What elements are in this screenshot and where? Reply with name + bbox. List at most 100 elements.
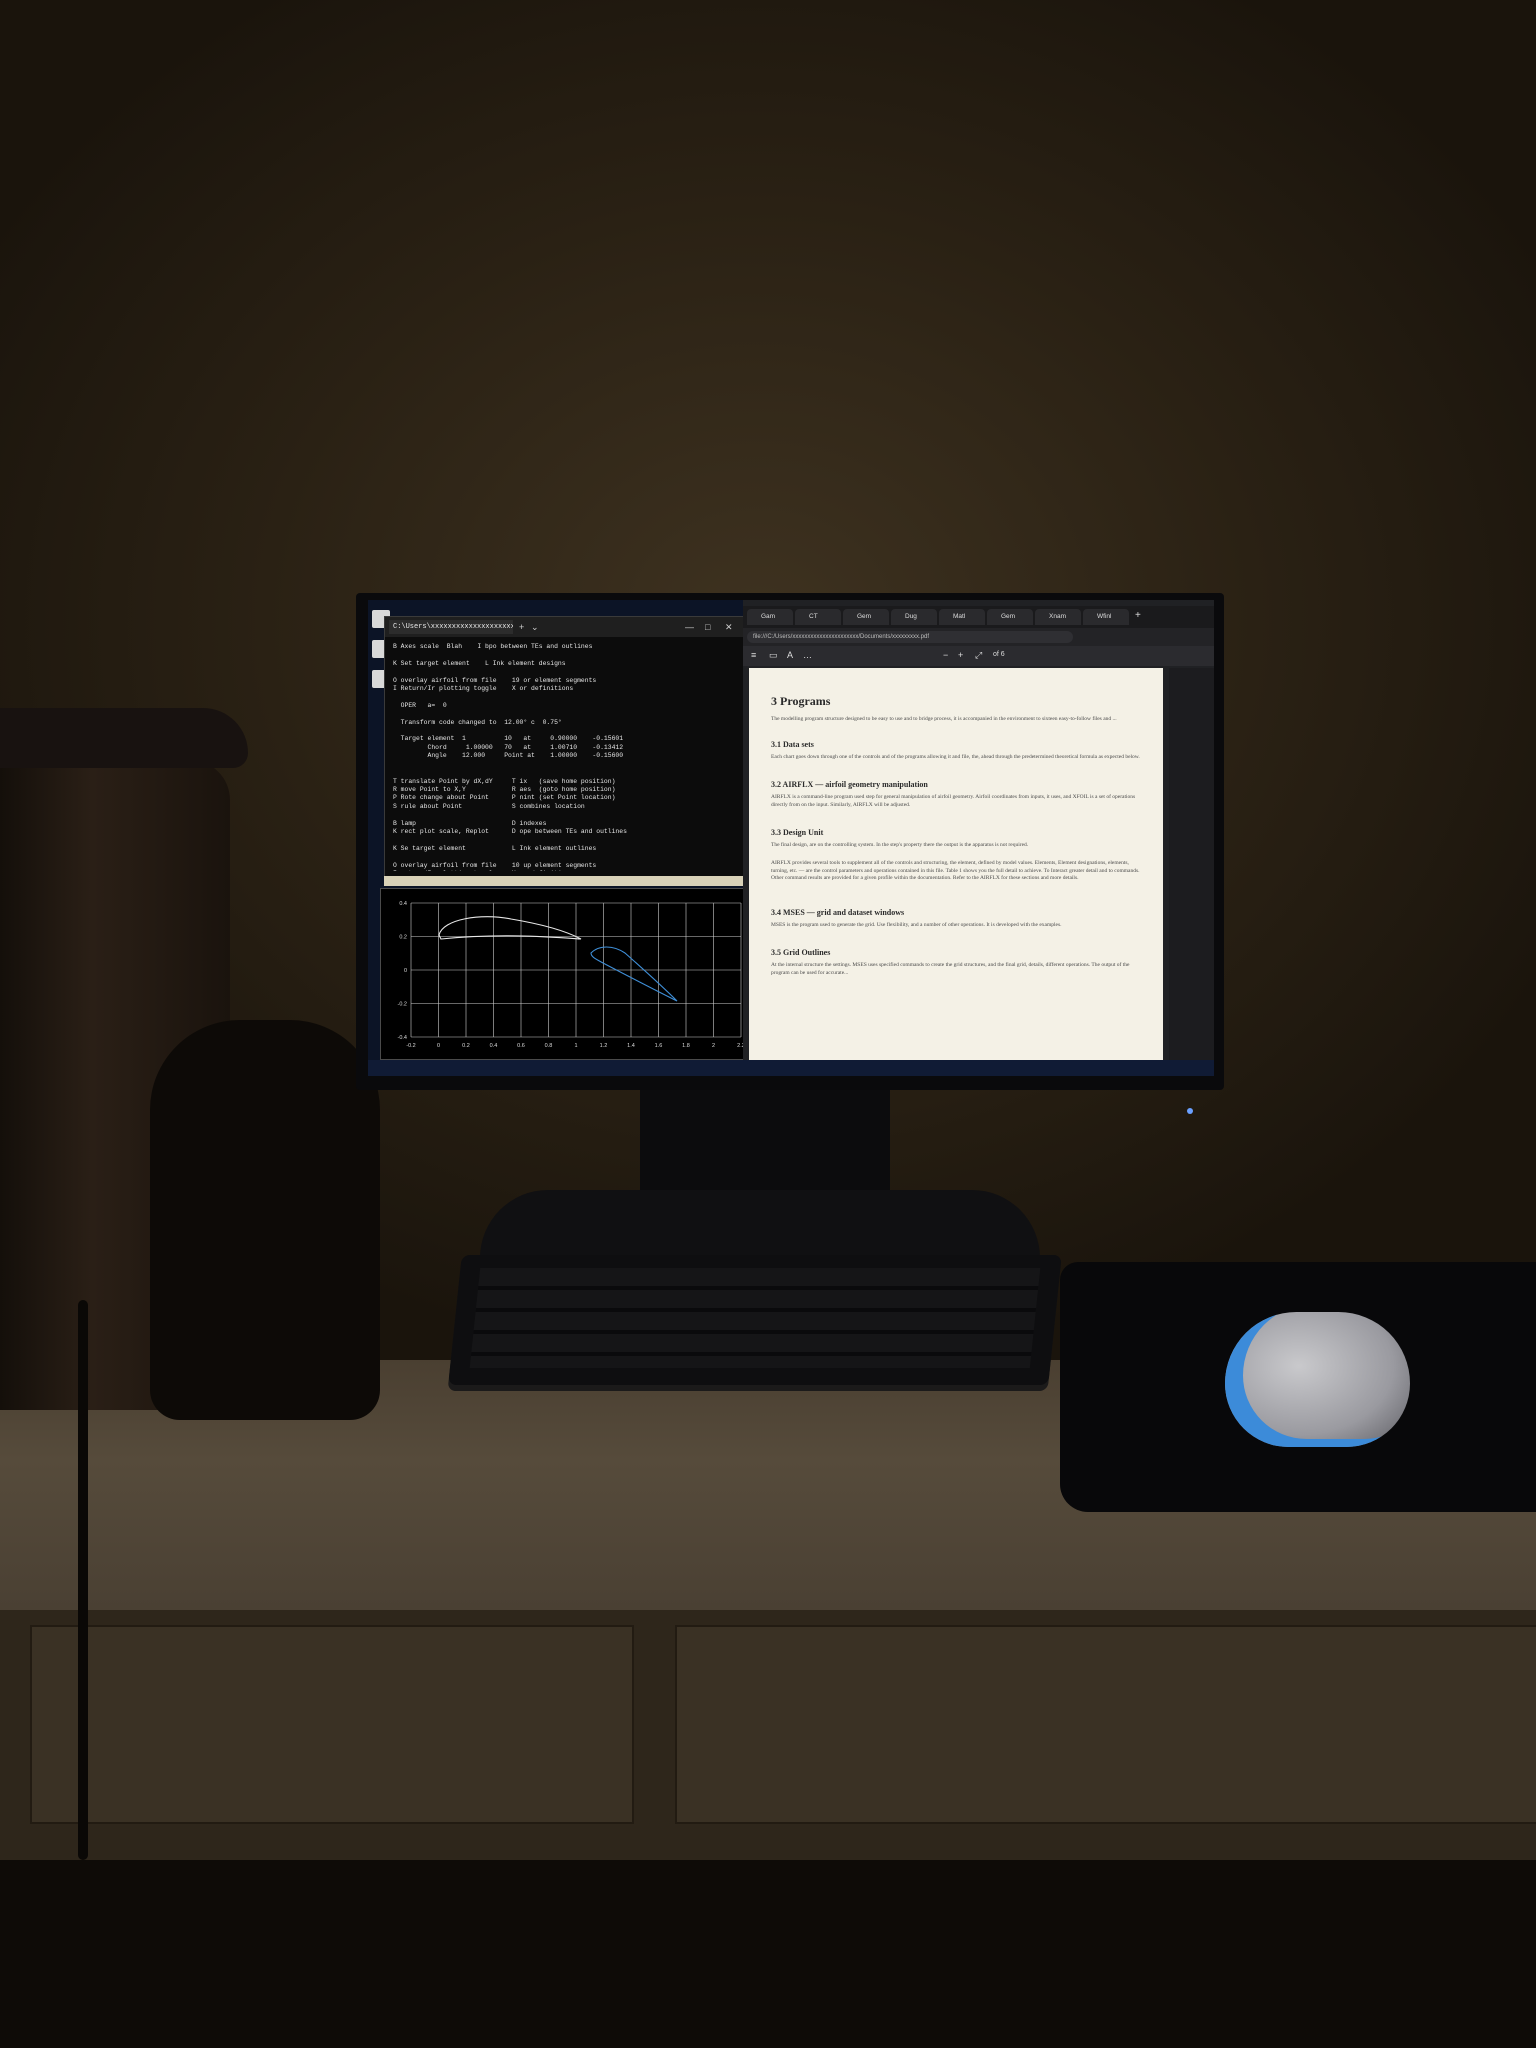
pdf-paragraph: The modelling program structure designed… (771, 716, 1117, 722)
terminal-line: I return/Ir plotting toggle X or definit… (393, 870, 739, 871)
terminal-line: K Set target element L Ink element desig… (393, 659, 566, 667)
more-icon[interactable]: … (803, 650, 812, 660)
x-tick-label: 1.4 (627, 1043, 635, 1049)
terminal-line: R move Point to X,Y R aes (goto home pos… (393, 785, 616, 793)
terminal-line: S rule about Point S combines location (393, 802, 585, 810)
terminal-line: OPER a= 0 (393, 701, 447, 709)
x-tick-label: 0.4 (490, 1043, 498, 1049)
browser-window[interactable]: Gam CT Gem Dug Matl Gem Xnam Wfinl + file:///C:/… (743, 600, 1214, 1060)
terminal-line: B lamp D indexes (393, 819, 547, 827)
pdf-side-panel (1169, 668, 1214, 1060)
monitor-screen: C:\Users\xxxxxxxxxxxxxxxxxxxxxxxx + ⌄ — … (368, 600, 1214, 1076)
browser-tab[interactable]: Gem (987, 609, 1033, 625)
terminal-line: O overlay airfoil from file 19 or elemen… (393, 676, 597, 684)
browser-tab[interactable]: Gam (747, 609, 793, 625)
terminal-line: Transform code changed to 12.00° c 0.75° (393, 718, 562, 726)
monitor-stand-base (480, 1190, 1040, 1260)
pdf-toolbar: ≡ ▭ A … − + ⤢ of 6 (743, 646, 1214, 666)
pdf-paragraph: At the internal structure the settings. … (771, 962, 1130, 976)
pdf-paragraph: AIRFLX is a command-line program used st… (771, 794, 1136, 808)
browser-tab[interactable]: CT (795, 609, 841, 625)
new-tab-button[interactable]: + (519, 620, 524, 634)
browser-address-bar-row: file:///C:/Users/xxxxxxxxxxxxxxxxxxxxxx/… (743, 628, 1214, 646)
x-tick-label: 1 (574, 1043, 577, 1049)
gaming-mouse (1225, 1312, 1410, 1447)
airfoil-plot: -0.2 0 0.2 0.4 0.6 0.8 1 1.2 1.4 1.6 1.8 2 2.20.40.2… (398, 901, 745, 1049)
terminal-line: K Se target element L Ink element outlin… (393, 844, 597, 852)
y-tick-label: -0.4 (398, 1035, 407, 1041)
browser-tab[interactable]: Gem (843, 609, 889, 625)
terminal-line: Target element 1 10 at 0.90000 -0.15601 (393, 735, 624, 743)
x-tick-label: 0.2 (462, 1043, 470, 1049)
window-strip (384, 876, 744, 886)
y-tick-label: 0.2 (399, 935, 407, 941)
monitor-stand-neck (640, 1090, 890, 1190)
minimize-button[interactable]: — (685, 620, 694, 634)
pdf-subheading: 3.2 AIRFLX — airfoil geometry manipulati… (771, 780, 928, 789)
sidebar-icon[interactable]: ▭ (769, 650, 778, 661)
pdf-paragraph: AIRFLX provides several tools to supplem… (771, 860, 1140, 881)
pdf-subheading: 3.4 MSES — grid and dataset windows (771, 908, 905, 917)
terminal-line: K rect plot scale, Replot D ope between … (393, 827, 627, 835)
x-tick-label: 2 (712, 1043, 715, 1049)
browser-tab[interactable]: Xnam (1035, 609, 1081, 625)
terminal-line: T translate Point by dX,dY T ix (save ho… (393, 777, 616, 785)
x-tick-label: 1.2 (600, 1043, 608, 1049)
new-tab-button[interactable]: + (1135, 610, 1141, 621)
terminal-line: I Return/Ir plotting toggle X or definit… (393, 685, 574, 693)
browser-tab[interactable]: Matl (939, 609, 985, 625)
terminal-line: B Axes scale Blah I bpo between TEs and … (393, 643, 593, 650)
plant-silhouette (150, 1020, 380, 1420)
text-icon[interactable]: A (787, 650, 793, 660)
x-tick-label: 0.8 (545, 1043, 553, 1049)
maximize-button[interactable]: □ (705, 620, 710, 634)
desk-drawer-left (30, 1625, 634, 1824)
pdf-section-title: 3 Programs (771, 694, 831, 708)
pdf-paragraph: The final design, are on the controlling… (771, 842, 1029, 848)
x-tick-label: -0.2 (406, 1043, 415, 1049)
terminal-titlebar[interactable]: C:\Users\xxxxxxxxxxxxxxxxxxxxxxxx + ⌄ — … (385, 617, 745, 637)
terminal-window[interactable]: C:\Users\xxxxxxxxxxxxxxxxxxxxxxxx + ⌄ — … (384, 616, 746, 878)
menu-icon[interactable]: ≡ (751, 650, 756, 660)
x-tick-label: 1.8 (682, 1043, 690, 1049)
floor (0, 1860, 1536, 2048)
power-cable (78, 1300, 88, 1860)
close-button[interactable]: ✕ (725, 620, 733, 634)
pdf-subheading: 3.5 Grid Outlines (771, 948, 831, 957)
fit-page-icon[interactable]: ⤢ (975, 650, 982, 661)
page-indicator: of 6 (993, 651, 1005, 658)
terminal-output[interactable]: B Axes scale Blah I bpo between TEs and … (393, 643, 739, 871)
browser-tab[interactable]: Dug (891, 609, 937, 625)
x-tick-label: 0.6 (517, 1043, 525, 1049)
pdf-paragraph: Each chart goes down through one of the … (771, 754, 1140, 760)
airfoil-plot-window: -0.2 0 0.2 0.4 0.6 0.8 1 1.2 1.4 1.6 1.8 2 2.2 0.4 0.2… (380, 888, 754, 1060)
terminal-line: P Rote change about Point P nint (set Po… (393, 794, 616, 802)
tab-dropdown-button[interactable]: ⌄ (531, 620, 539, 634)
terminal-tab[interactable]: C:\Users\xxxxxxxxxxxxxxxxxxxxxxxx (389, 620, 513, 634)
pdf-subheading: 3.3 Design Unit (771, 828, 824, 837)
main-element-outline (438, 916, 582, 940)
zoom-in-button[interactable]: + (958, 650, 963, 660)
pdf-page: 3 Programs The modelling program structu… (749, 668, 1163, 1060)
browser-tab[interactable]: Wfinl (1083, 609, 1129, 625)
address-input[interactable]: file:///C:/Users/xxxxxxxxxxxxxxxxxxxxxx/… (747, 631, 1073, 643)
taskbar (368, 1060, 1214, 1076)
x-tick-label: 1.6 (655, 1043, 663, 1049)
terminal-line: Chord 1.00000 70 at 1.00710 -0.13412 (393, 743, 624, 751)
x-tick-label: 0 (437, 1043, 440, 1049)
y-tick-label: -0.2 (398, 1002, 407, 1008)
pdf-subheading: 3.1 Data sets (771, 740, 814, 749)
power-led-icon (1187, 1108, 1193, 1114)
zoom-out-button[interactable]: − (943, 650, 948, 660)
y-tick-label: 0.4 (399, 901, 407, 907)
